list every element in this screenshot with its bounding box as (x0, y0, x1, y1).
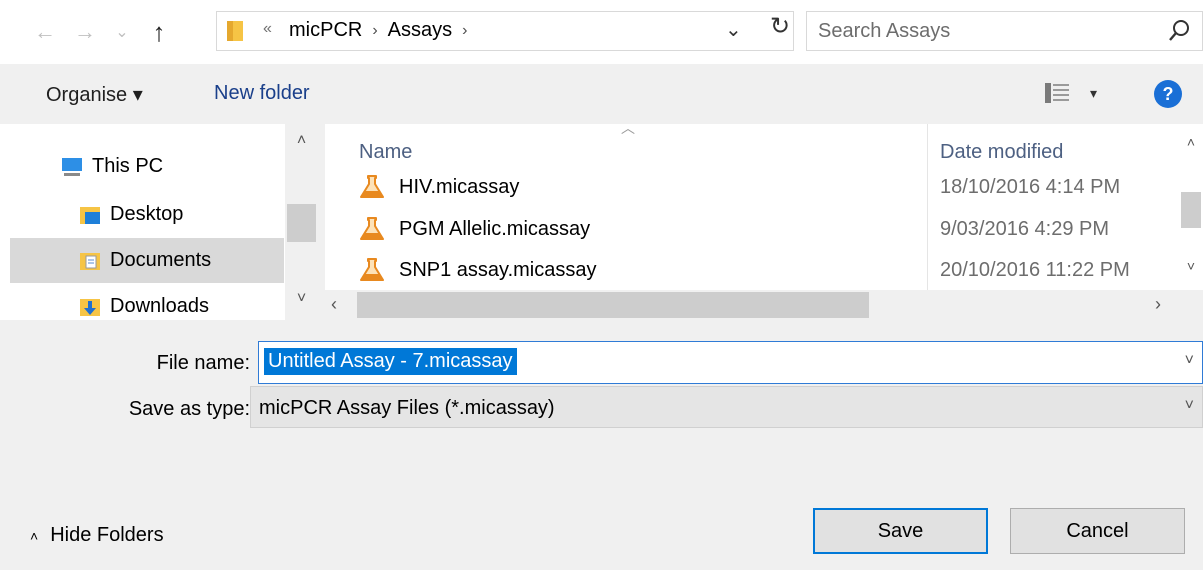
refresh-icon[interactable]: ↻ (770, 12, 790, 41)
file-date: 20/10/2016 11:22 PM (940, 259, 1130, 281)
organise-menu-button[interactable]: Organise ▾ (46, 82, 143, 107)
address-dropdown-icon[interactable]: ⌄ (725, 17, 742, 42)
file-name: PGM Allelic.micassay (399, 218, 591, 240)
save-as-type-label: Save as type: (128, 398, 250, 420)
chevron-up-icon: ˄ (30, 527, 39, 544)
assay-flask-icon (360, 175, 384, 198)
up-button[interactable]: ↑ (142, 14, 176, 50)
breadcrumb-micpcr[interactable]: micPCR (289, 19, 362, 42)
sidebar-item-label: Downloads (110, 295, 209, 317)
save-button[interactable]: Save (813, 508, 988, 554)
breadcrumb-separator-icon[interactable]: › (372, 22, 377, 40)
folder-icon (227, 21, 243, 41)
file-name-label: File name: (156, 352, 250, 374)
save-as-type-value: micPCR Assay Files (*.micassay) (259, 397, 555, 419)
search-icon[interactable] (1168, 18, 1192, 44)
scroll-down-icon[interactable]: ˅ (1179, 258, 1203, 274)
address-toolbar: ← → ⌄ ↑ « micPCR › Assays › ⌄ ↻ (0, 0, 1203, 64)
file-date: 9/03/2016 4:29 PM (940, 218, 1110, 240)
chevron-down-icon[interactable]: ˅ (1185, 352, 1194, 370)
column-header-date-modified[interactable]: Date modified (940, 141, 1063, 164)
help-button[interactable]: ? (1154, 80, 1182, 108)
assay-flask-icon (360, 258, 384, 281)
file-name-input-value[interactable]: Untitled Assay - 7.micassay (264, 348, 517, 375)
forward-arrow-icon: → (74, 19, 96, 44)
cancel-button[interactable]: Cancel (1010, 508, 1185, 554)
new-folder-button[interactable]: New folder (214, 82, 310, 105)
scroll-up-icon[interactable]: ˄ (285, 132, 318, 150)
sidebar-item-documents[interactable]: Documents (10, 238, 284, 283)
overflow-chevron-icon[interactable]: « (263, 20, 272, 38)
hide-folders-label: Hide Folders (50, 524, 164, 546)
column-header-name[interactable]: Name (359, 141, 412, 164)
sidebar-item-label: Documents (110, 249, 212, 271)
breadcrumb-separator-icon[interactable]: › (462, 22, 467, 40)
help-icon: ? (1162, 83, 1174, 104)
file-list-vertical-scrollbar[interactable]: ˄ ˅ (1179, 124, 1203, 290)
desktop-folder-icon (80, 206, 100, 224)
breadcrumb-assays[interactable]: Assays (388, 19, 452, 42)
view-dropdown-icon: ▾ (1090, 84, 1098, 101)
search-input[interactable] (807, 12, 1147, 50)
scroll-left-icon[interactable]: ‹ (331, 294, 337, 315)
assay-flask-icon (360, 217, 384, 240)
back-arrow-icon: ← (34, 19, 56, 44)
search-box (806, 11, 1203, 51)
file-date: 18/10/2016 4:14 PM (940, 176, 1121, 198)
file-name: SNP1 assay.micassay (399, 259, 597, 281)
forward-button[interactable]: → (70, 14, 100, 50)
navigation-pane: This PC Desktop Documents Downloads ˄ ˅ (0, 124, 318, 320)
file-name-field[interactable]: Untitled Assay - 7.micassay ˅ (258, 341, 1203, 384)
details-view-icon (1045, 83, 1069, 103)
hide-folders-button[interactable]: ˄ Hide Folders (30, 524, 164, 547)
documents-folder-icon (80, 252, 100, 270)
sidebar-item-label: Desktop (110, 203, 184, 225)
file-list-horizontal-scrollbar[interactable]: ‹ › (325, 290, 1203, 320)
save-as-type-select[interactable]: micPCR Assay Files (*.micassay) ˅ (250, 386, 1203, 428)
sidebar-item-this-pc[interactable]: This PC (10, 144, 284, 189)
sidebar-item-downloads[interactable]: Downloads (10, 284, 284, 329)
back-button[interactable]: ← (30, 14, 60, 50)
file-row[interactable]: PGM Allelic.micassay 9/03/2016 4:29 PM (359, 210, 1179, 250)
file-list: ︿ Name Date modified HIV.micassay 18/10/… (325, 120, 1203, 320)
breadcrumb: micPCR › Assays › (289, 19, 477, 42)
file-row[interactable]: HIV.micassay 18/10/2016 4:14 PM (359, 168, 1179, 208)
change-view-button[interactable]: ▾ (1044, 81, 1097, 105)
scroll-thumb[interactable] (287, 204, 316, 242)
chevron-down-icon[interactable]: ˅ (1185, 397, 1194, 415)
command-bar: Organise ▾ New folder ▾ ? (0, 64, 1203, 124)
sidebar-item-label: This PC (92, 155, 164, 177)
up-arrow-icon: ↑ (152, 16, 166, 47)
computer-icon (62, 157, 82, 176)
nav-scrollbar[interactable]: ˄ ˅ (285, 124, 318, 320)
file-name: HIV.micassay (399, 176, 520, 198)
scroll-down-icon[interactable]: ˅ (285, 290, 318, 308)
downloads-folder-icon (80, 298, 100, 316)
chevron-down-icon: ⌄ (115, 24, 129, 41)
scroll-thumb[interactable] (357, 292, 869, 318)
scroll-right-icon[interactable]: › (1155, 294, 1161, 315)
address-bar[interactable]: « micPCR › Assays › ⌄ (216, 11, 794, 51)
recent-locations-button[interactable]: ⌄ (110, 14, 134, 50)
scroll-up-icon[interactable]: ˄ (1179, 134, 1203, 150)
scroll-thumb[interactable] (1181, 192, 1201, 228)
file-row[interactable]: SNP1 assay.micassay 20/10/2016 11:22 PM (359, 251, 1179, 291)
sort-indicator-icon: ︿ (621, 120, 635, 136)
sidebar-item-desktop[interactable]: Desktop (10, 192, 284, 237)
